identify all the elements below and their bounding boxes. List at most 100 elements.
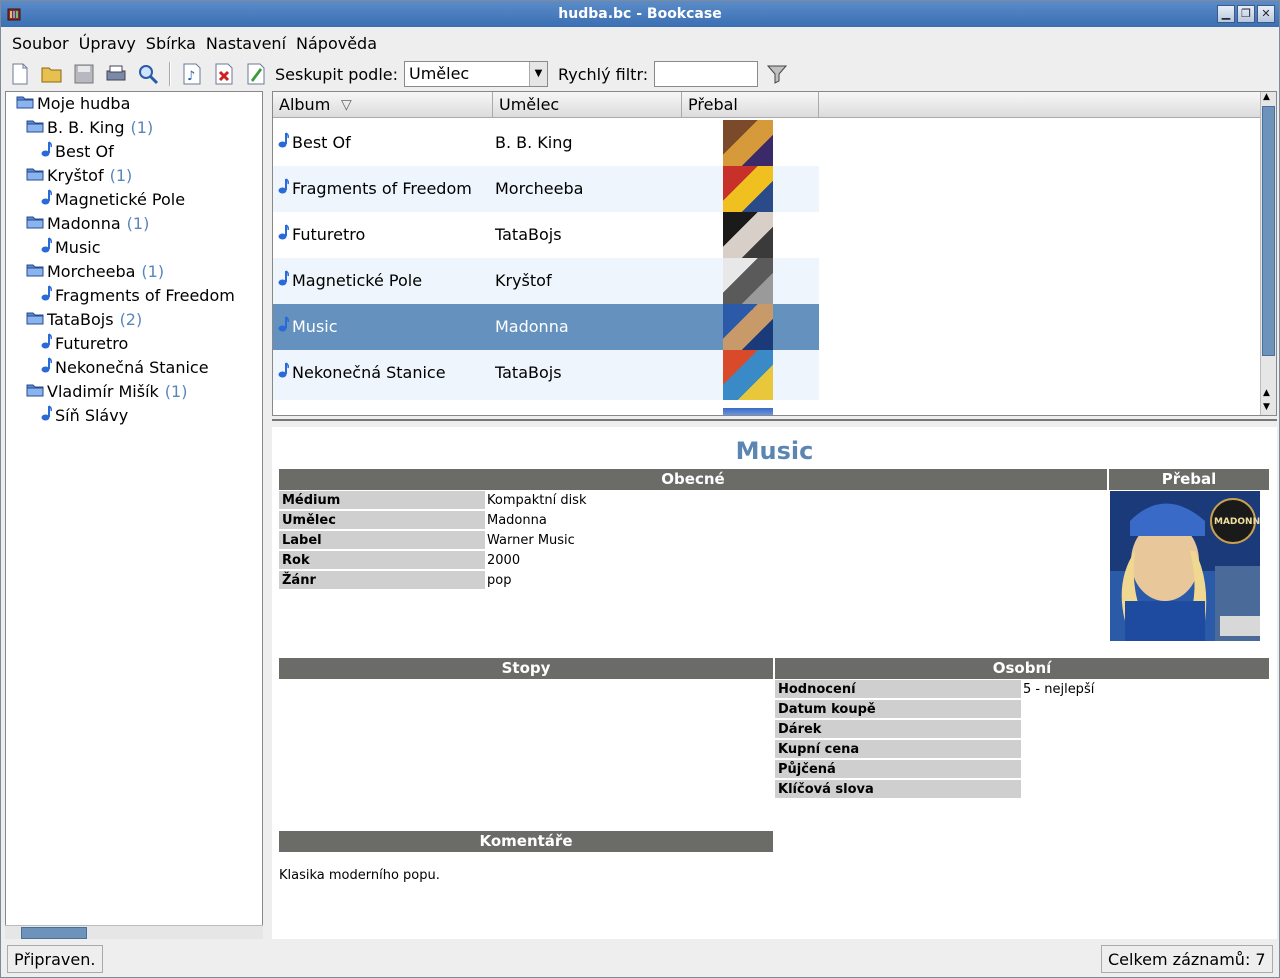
menu-soubor[interactable]: Soubor: [7, 34, 74, 53]
collection-tree[interactable]: Moje hudba B. B. King (1) Best Of Kryštof (1)…: [5, 91, 263, 939]
field-label: Půjčená: [775, 760, 1021, 779]
tree-item-label: B. B. King: [47, 118, 125, 137]
menu-napoveda[interactable]: Nápověda: [291, 34, 382, 53]
field-value: [1021, 740, 1023, 759]
open-folder-icon[interactable]: [39, 62, 65, 86]
restore-button[interactable]: ❐: [1237, 5, 1255, 23]
main-window: hudba.bc - Bookcase ▁ ❐ ✕ Soubor Úpravy …: [0, 0, 1280, 978]
music-note-icon: [40, 189, 52, 209]
field-label: Datum koupě: [775, 700, 1021, 719]
column-artist[interactable]: Umělec: [493, 92, 682, 118]
album-cell: Music: [292, 317, 338, 336]
save-icon[interactable]: [71, 62, 97, 86]
tree-album[interactable]: Síň Slávy: [40, 405, 128, 427]
tree-horizontal-scrollbar[interactable]: [5, 925, 263, 939]
close-button[interactable]: ✕: [1257, 5, 1275, 23]
filter-icon[interactable]: [764, 62, 790, 86]
tree-album[interactable]: Best Of: [40, 141, 114, 163]
list-vertical-scrollbar[interactable]: ▲ ▲ ▼: [1260, 92, 1276, 415]
horizontal-splitter[interactable]: [272, 419, 1277, 427]
table-row[interactable]: Magnetické Pole Kryštof: [273, 258, 819, 308]
new-document-icon[interactable]: [7, 62, 33, 86]
tree-item-label: Moje hudba: [37, 94, 131, 113]
table-row[interactable]: Music Madonna: [273, 304, 819, 354]
title-bar: hudba.bc - Bookcase ▁ ❐ ✕: [1, 1, 1279, 27]
table-row[interactable]: Nekonečná Stanice TataBojs: [273, 350, 819, 400]
tree-album[interactable]: Nekonečná Stanice: [40, 357, 209, 379]
music-note-icon: [277, 120, 289, 166]
cover-thumbnail: [723, 258, 773, 308]
toolbar: ♪ Seskupit podle: Umělec ▼ Rychlý filtr:: [1, 59, 1279, 89]
scroll-down-icon[interactable]: ▼: [1263, 402, 1270, 412]
print-icon[interactable]: [103, 62, 129, 86]
field-value: [1021, 720, 1023, 739]
music-note-icon: [277, 350, 289, 396]
cover-section-header: Přebal: [1109, 469, 1269, 490]
chevron-down-icon[interactable]: ▼: [529, 62, 547, 86]
tree-group[interactable]: TataBojs (2): [26, 309, 142, 331]
tree-group[interactable]: Vladimír Mišík (1): [26, 381, 187, 403]
tree-scroll-thumb[interactable]: [21, 927, 87, 939]
tree-group[interactable]: Madonna (1): [26, 213, 149, 235]
svg-text:♪: ♪: [187, 69, 195, 84]
album-cell: Fragments of Freedom: [292, 179, 472, 198]
menu-sbirka[interactable]: Sbírka: [141, 34, 201, 53]
tree-group[interactable]: Kryštof (1): [26, 165, 132, 187]
field-value: [1021, 760, 1023, 779]
edit-entry-icon[interactable]: [243, 62, 269, 86]
table-row[interactable]: Best Of B. B. King: [273, 120, 819, 170]
column-album[interactable]: Album ▽: [273, 92, 493, 118]
tree-album[interactable]: Magnetické Pole: [40, 189, 185, 211]
list-scroll-thumb[interactable]: [1262, 106, 1275, 356]
column-album-label: Album: [279, 95, 331, 114]
menu-upravy[interactable]: Úpravy: [74, 34, 141, 53]
group-by-select[interactable]: Umělec ▼: [404, 61, 548, 87]
quick-filter-input[interactable]: [654, 61, 759, 87]
tree-group[interactable]: B. B. King (1): [26, 117, 153, 139]
column-cover[interactable]: Přebal: [682, 92, 819, 118]
tree-item-label: Madonna: [47, 214, 121, 233]
tree-item-label: Music: [55, 238, 101, 257]
tree-item-count: (1): [164, 382, 188, 401]
album-cell: Futuretro: [292, 225, 366, 244]
tree-album[interactable]: Music: [40, 237, 101, 259]
menu-nastaveni[interactable]: Nastavení: [201, 34, 291, 53]
album-cell: Nekonečná Stanice: [292, 363, 446, 382]
tree-item-label: Fragments of Freedom: [55, 286, 235, 305]
group-by-value: Umělec: [409, 64, 470, 83]
quick-filter-label: Rychlý filtr:: [558, 64, 649, 84]
toolbar-separator: [169, 62, 171, 86]
scroll-up-icon[interactable]: ▲: [1263, 388, 1270, 398]
entry-detail: Music Obecné Přebal Médium Kompaktní disk…: [272, 427, 1277, 939]
table-row[interactable]: Futuretro TataBojs: [273, 212, 819, 262]
delete-entry-icon[interactable]: [211, 62, 237, 86]
new-entry-icon[interactable]: ♪: [179, 62, 205, 86]
field-value: 2000: [487, 553, 521, 568]
tree-root[interactable]: Moje hudba: [16, 93, 130, 115]
tree-group[interactable]: Morcheeba (1): [26, 261, 164, 283]
artist-cell: TataBojs: [495, 363, 562, 382]
field-label: Klíčová slova: [775, 780, 1021, 799]
bookcase-app-icon: [7, 8, 21, 21]
tree-item-label: Futuretro: [55, 334, 129, 353]
column-cover-label: Přebal: [688, 95, 738, 114]
table-row[interactable]: Fragments of Freedom Morcheeba: [273, 166, 819, 216]
search-icon[interactable]: [135, 62, 161, 86]
tree-item-count: (1): [141, 262, 165, 281]
minimize-button[interactable]: ▁: [1217, 5, 1235, 23]
group-by-label: Seskupit podle:: [275, 64, 398, 84]
music-note-icon: [277, 166, 289, 212]
tree-album[interactable]: Futuretro: [40, 333, 128, 355]
open-folder-icon: [26, 118, 44, 137]
field-label: Label: [279, 531, 485, 550]
music-note-icon: [40, 285, 52, 305]
artist-cell: B. B. King: [495, 133, 573, 152]
vertical-splitter[interactable]: [264, 91, 270, 939]
general-section-header: Obecné: [279, 469, 1107, 490]
tree-album[interactable]: Fragments of Freedom: [40, 285, 235, 307]
field-label: Médium: [279, 491, 485, 510]
scroll-up-icon[interactable]: ▲: [1263, 92, 1270, 102]
field-label: Kupní cena: [775, 740, 1021, 759]
detail-title: Music: [735, 437, 814, 465]
entry-list: Album ▽ Umělec Přebal Best Of B. B. King F…: [272, 91, 1277, 416]
